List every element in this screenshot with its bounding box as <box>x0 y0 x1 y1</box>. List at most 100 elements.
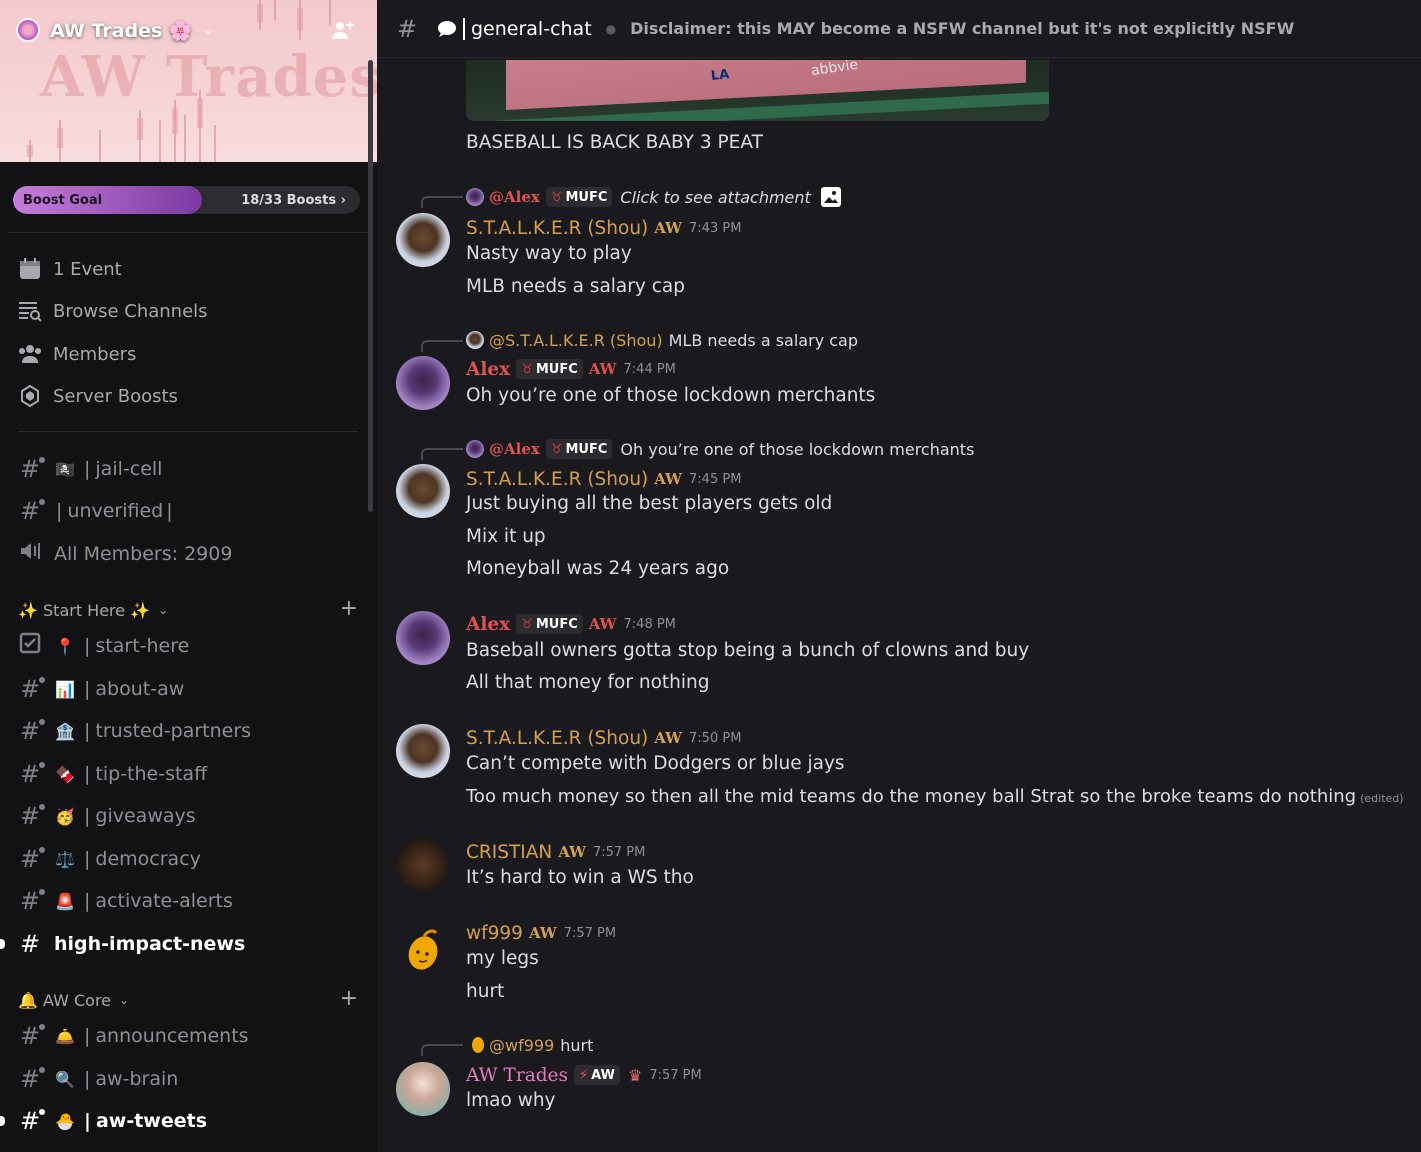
channel-emoji: 🥳 <box>55 806 75 826</box>
browse-channels-link[interactable]: Browse Channels <box>18 294 358 328</box>
reply-preview[interactable]: @wf999 hurt <box>466 1034 593 1056</box>
avatar <box>466 331 484 349</box>
role-badge: ⚡ AW <box>574 1065 620 1085</box>
author-name[interactable]: AW Trades <box>466 1065 568 1086</box>
server-boosts-link[interactable]: Server Boosts <box>18 379 358 413</box>
channel-title: general-chat <box>471 17 592 40</box>
text-channel-icon: # <box>18 887 45 915</box>
timestamp: 7:43 PM <box>689 220 742 236</box>
attachment-logo-text: LA <box>710 67 731 84</box>
reply-content: hurt <box>560 1035 594 1055</box>
chevron-down-icon: ⌄ <box>202 22 215 38</box>
channel-emoji: 🐣 <box>55 1111 75 1131</box>
channel-democracy[interactable]: # ⚖️ | democracy <box>18 841 358 877</box>
message-text: BASEBALL IS BACK BABY 3 PEAT <box>466 132 763 153</box>
clan-tag: AW <box>654 219 683 237</box>
text-channel-icon: # <box>397 14 418 43</box>
author-name[interactable]: Alex <box>466 359 510 380</box>
lightning-icon: ⚡ <box>579 1067 589 1083</box>
text-channel-icon: # <box>18 675 45 703</box>
reply-content: Oh you’re one of those lockdown merchant… <box>620 439 975 459</box>
reply-preview[interactable]: @S.T.A.L.K.E.R (Shou) MLB needs a salary… <box>466 329 858 351</box>
timestamp: 7:50 PM <box>689 730 742 746</box>
boost-goal-bar[interactable]: Boost Goal 18/33 Boosts › <box>13 186 360 214</box>
channel-trusted-partners[interactable]: # 🏦 | trusted-partners <box>18 713 358 749</box>
text-channel-icon: # <box>18 802 45 830</box>
channel-start-here[interactable]: 📍 | start-here <box>18 628 358 664</box>
members-link[interactable]: Members <box>18 337 358 371</box>
channel-tip-the-staff[interactable]: # 🍫 | tip-the-staff <box>18 756 358 792</box>
channel-aw-brain[interactable]: # 🔍 | aw-brain <box>18 1061 358 1097</box>
timestamp: 7:45 PM <box>689 471 742 487</box>
author-name[interactable]: S.T.A.L.K.E.R (Shou) <box>466 469 648 490</box>
message-text: my legs <box>466 948 539 969</box>
timestamp: 7:57 PM <box>592 844 646 860</box>
add-channel-icon[interactable]: + <box>340 986 358 1011</box>
message-header: S.T.A.L.K.E.R (Shou) AW 7:43 PM <box>466 216 741 240</box>
banner-watermark: AW Trades <box>40 44 377 110</box>
reply-preview[interactable]: @Alex ♉ MUFC Click to see attachment <box>466 186 841 208</box>
browse-channels-label: Browse Channels <box>53 300 208 322</box>
channel-aw-tweets[interactable]: # 🐣 | aw-tweets <box>18 1103 358 1139</box>
channel-jail-cell[interactable]: # 🏴‍☠️ | jail-cell <box>18 451 358 487</box>
avatar[interactable] <box>396 611 450 665</box>
channel-high-impact-news[interactable]: # high-impact-news <box>18 926 358 962</box>
image-attachment[interactable]: LA abbvie <box>466 60 1049 121</box>
category-aw-core[interactable]: 🔔 AW Core ⌄ + <box>18 986 358 1012</box>
timestamp: 7:57 PM <box>649 1067 702 1083</box>
text-channel-icon: # <box>18 1065 45 1093</box>
avatar[interactable] <box>396 724 450 778</box>
server-sidebar: AW Trades AW Trades 🌸 ⌄ Boost Goal 18/33… <box>0 0 377 1152</box>
channel-name: giveaways <box>95 805 196 827</box>
speech-bubble-icon <box>438 20 456 37</box>
avatar <box>466 188 484 206</box>
message-text: Oh you’re one of those lockdown merchant… <box>466 385 876 406</box>
message-text: Nasty way to play <box>466 243 632 264</box>
clan-tag: AW <box>558 843 586 861</box>
avatar[interactable] <box>396 356 450 410</box>
add-channel-icon[interactable]: + <box>340 596 358 621</box>
text-channel-icon: # <box>18 497 45 525</box>
author-name[interactable]: CRISTIAN <box>466 842 552 863</box>
reply-content: MLB needs a salary cap <box>668 330 858 350</box>
author-name[interactable]: S.T.A.L.K.E.R (Shou) <box>466 218 648 239</box>
channel-unverified[interactable]: # | unverified | <box>18 493 358 529</box>
boost-count: 18/33 Boosts › <box>241 193 346 208</box>
text-channel-icon: # <box>19 930 41 958</box>
avatar[interactable] <box>396 920 450 974</box>
unread-indicator <box>0 1116 5 1126</box>
author-name[interactable]: Alex <box>466 614 510 635</box>
reply-preview[interactable]: @Alex ♉ MUFC Oh you’re one of those lockd… <box>466 438 974 460</box>
author-name[interactable]: wf999 <box>466 923 523 944</box>
avatar[interactable] <box>396 1062 450 1116</box>
events-link[interactable]: 1 Event <box>18 252 358 286</box>
timestamp: 7:57 PM <box>563 925 617 941</box>
chat-area: # general-chat ● Disclaimer: this MAY be… <box>377 0 1421 1152</box>
channel-announcements[interactable]: # 🛎️ | announcements <box>18 1018 358 1054</box>
channel-name: high-impact-news <box>54 933 246 955</box>
channel-name: activate-alerts <box>95 890 233 912</box>
channel-topic[interactable]: Disclaimer: this MAY become a NSFW chann… <box>630 19 1294 38</box>
role-badge: ♉ MUFC <box>545 439 613 459</box>
devil-icon: ♉ <box>550 441 563 457</box>
avatar[interactable] <box>396 213 450 267</box>
avatar[interactable] <box>396 464 450 518</box>
channel-all-members[interactable]: All Members: 2909 <box>18 536 358 572</box>
channel-about-aw[interactable]: # 📊 | about-aw <box>18 671 358 707</box>
timestamp: 7:44 PM <box>623 361 676 377</box>
clan-tag: AW <box>528 924 557 942</box>
invite-people-icon[interactable] <box>331 18 355 42</box>
category-start-here[interactable]: ✨ Start Here ✨ ⌄ + <box>18 596 358 622</box>
reply-connector <box>421 340 463 352</box>
author-name[interactable]: S.T.A.L.K.E.R (Shou) <box>466 728 648 749</box>
avatar[interactable] <box>396 838 450 892</box>
server-banner: AW Trades AW Trades 🌸 ⌄ <box>0 0 377 162</box>
message-text: MLB needs a salary cap <box>466 276 685 297</box>
channel-giveaways[interactable]: # 🥳 | giveaways <box>18 798 358 834</box>
server-name: AW Trades 🌸 <box>50 19 193 42</box>
sidebar-scrollbar[interactable] <box>368 60 373 512</box>
channel-activate-alerts[interactable]: # 🚨 | activate-alerts <box>18 883 358 919</box>
message-text: Mix it up <box>466 526 546 547</box>
server-header[interactable]: AW Trades 🌸 ⌄ <box>16 14 361 46</box>
reply-connector <box>421 448 463 460</box>
